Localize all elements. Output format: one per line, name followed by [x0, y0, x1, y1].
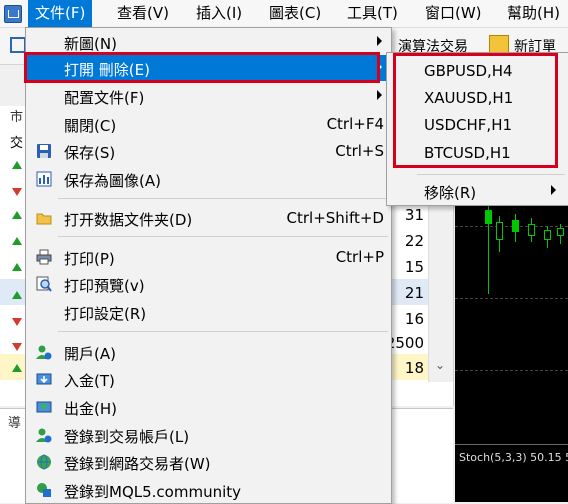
- menu-item-label: 保存為圖像(A): [64, 172, 161, 190]
- menu-tools[interactable]: 工具(T): [340, 0, 405, 27]
- shortcut-label: Ctrl+Shift+D: [286, 209, 384, 227]
- candle: [496, 222, 503, 240]
- menu-item-print[interactable]: 打印(P) Ctrl+P: [27, 244, 390, 270]
- candle: [557, 228, 564, 236]
- menu-item-label: 入金(T): [64, 372, 115, 390]
- menu-item-label: 開戶(A): [64, 345, 116, 363]
- menu-separator: [417, 174, 565, 175]
- candle: [512, 220, 519, 232]
- shortcut-label: Ctrl+S: [335, 142, 384, 160]
- menu-help[interactable]: 幫助(H): [500, 0, 567, 27]
- menu-separator: [58, 236, 388, 237]
- menu-insert[interactable]: 插入(I): [189, 0, 249, 27]
- app-icon[interactable]: [4, 5, 22, 23]
- menu-item-label: 打开数据文件夹(D): [64, 211, 193, 229]
- up-arrow-icon: [12, 237, 22, 245]
- candle: [544, 230, 551, 240]
- menu-item-login-web-trader[interactable]: 登錄到網路交易者(W): [27, 449, 390, 475]
- menu-bar: 文件(F) 查看(V) 插入(I) 圖表(C) 工具(T) 窗口(W) 幫助(H…: [0, 0, 568, 28]
- up-arrow-icon: [12, 291, 22, 299]
- submenu-arrow-icon: [377, 90, 382, 100]
- market-watch-title: 市: [10, 110, 24, 125]
- menu-item-label: 登錄到交易帳戶(L): [64, 428, 190, 446]
- up-arrow-icon: [12, 211, 22, 219]
- menu-item-print-preview[interactable]: 打印預覽(v): [27, 271, 390, 297]
- navigator-title: 導: [8, 416, 22, 431]
- submenu-arrow-icon: [551, 185, 556, 195]
- open-account-icon: [36, 345, 52, 360]
- menu-item-label: 打印設定(R): [64, 305, 147, 323]
- deposit-icon: [36, 373, 52, 385]
- folder-icon: [36, 213, 52, 225]
- price-chart[interactable]: Stoch(5,3,3) 50.15 5: [455, 200, 568, 502]
- indicator-separator: [455, 444, 568, 445]
- market-watch-header: 交: [10, 136, 24, 151]
- printer-icon: [36, 249, 52, 265]
- grid-line: [455, 370, 568, 371]
- withdraw-icon: [36, 401, 52, 413]
- menu-item-login-trade-account[interactable]: 登錄到交易帳戶(L): [27, 422, 390, 448]
- up-arrow-icon: [12, 364, 22, 372]
- menu-item-label: 登錄到MQL5.community: [64, 483, 242, 501]
- down-arrow-icon: [12, 343, 22, 351]
- new-chart-icon[interactable]: [10, 37, 26, 53]
- menu-item-label: 打印預覽(v): [64, 277, 145, 295]
- menu-item-profiles[interactable]: 配置文件(F): [27, 83, 390, 109]
- menu-item-label: 保存(S): [64, 144, 116, 162]
- chevron-down-icon[interactable]: ⌄: [435, 358, 445, 372]
- menu-view[interactable]: 查看(V): [110, 0, 176, 27]
- mql5-icon: [37, 483, 51, 497]
- web-trader-icon: [37, 454, 51, 470]
- menu-item-open-data-folder[interactable]: 打开数据文件夹(D) Ctrl+Shift+D: [27, 205, 390, 231]
- down-arrow-icon: [12, 188, 22, 196]
- menu-item-label: 新圖(N): [64, 35, 117, 53]
- annotation-box-menu-item: [24, 52, 380, 83]
- shortcut-label: Ctrl+P: [335, 248, 384, 266]
- candle: [528, 224, 535, 236]
- menu-separator: [58, 198, 388, 199]
- annotation-box-submenu: [393, 53, 558, 168]
- menu-item-save-as-image[interactable]: 保存為圖像(A): [27, 166, 390, 192]
- menu-item-print-setup[interactable]: 打印設定(R): [27, 299, 390, 325]
- menu-item-save[interactable]: 保存(S) Ctrl+S: [27, 138, 390, 164]
- menu-item-open-account[interactable]: 開戶(A): [27, 339, 390, 365]
- submenu-item-remove[interactable]: 移除(R): [388, 177, 568, 204]
- file-menu-dropdown: 新圖(N) 打開 刪除(E) 配置文件(F) 關閉(C) Ctrl+F4 保存(…: [25, 27, 392, 504]
- submenu-arrow-icon: [377, 36, 382, 46]
- menu-charts[interactable]: 圖表(C): [262, 0, 328, 27]
- menu-item-login-mql5[interactable]: 登錄到MQL5.community: [27, 477, 390, 503]
- menu-item-label: 登錄到網路交易者(W): [64, 455, 211, 473]
- stochastic-label: Stoch(5,3,3) 50.15 5: [459, 451, 568, 464]
- menu-separator: [58, 331, 388, 332]
- grid-line: [455, 298, 568, 299]
- up-arrow-icon: [12, 263, 22, 271]
- shortcut-label: Ctrl+F4: [326, 115, 384, 133]
- candle: [485, 210, 492, 224]
- menu-item-deposit[interactable]: 入金(T): [27, 366, 390, 392]
- up-arrow-icon: [12, 161, 22, 169]
- menu-item-close[interactable]: 關閉(C) Ctrl+F4: [27, 111, 390, 137]
- menu-item-label: 出金(H): [64, 400, 117, 418]
- image-save-icon: [36, 171, 52, 187]
- menu-window[interactable]: 窗口(W): [418, 0, 489, 27]
- menu-item-label: 打印(P): [64, 250, 115, 268]
- down-arrow-icon: [12, 318, 22, 326]
- print-preview-icon: [36, 276, 52, 292]
- menu-item-withdraw[interactable]: 出金(H): [27, 394, 390, 420]
- submenu-item-label: 移除(R): [424, 184, 477, 202]
- market-watch-scrollbar[interactable]: ⌄: [428, 202, 453, 382]
- save-icon: [37, 144, 51, 158]
- menu-item-label: 配置文件(F): [64, 89, 145, 107]
- login-account-icon: [36, 428, 52, 443]
- menu-file[interactable]: 文件(F): [28, 0, 93, 27]
- menu-item-label: 關閉(C): [64, 117, 117, 135]
